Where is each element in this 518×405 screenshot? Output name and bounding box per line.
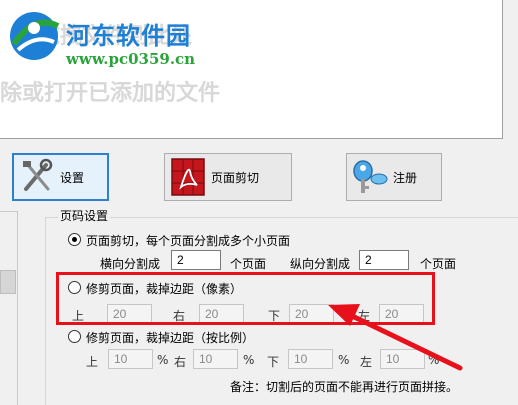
register-button-label: 注册 <box>393 170 418 185</box>
horizontal-split-unit: 个页面 <box>230 257 267 271</box>
trim-ratio-label: 修剪页面，裁掉边距（按比例） <box>86 331 255 345</box>
watermark-url: www.pc0359.cn <box>66 50 196 68</box>
vertical-split-input[interactable]: 2 <box>359 250 409 270</box>
horizontal-split-input[interactable]: 2 <box>171 250 221 270</box>
trim-ratio-bottom-label: 下 <box>267 355 280 369</box>
settings-button-label: 设置 <box>60 170 85 185</box>
page-settings-group-title: 页码设置 <box>58 207 111 224</box>
trim-ratio-right-label: 右 <box>174 355 187 369</box>
trim-ratio-right-input[interactable]: 10 <box>193 349 238 369</box>
file-drop-area[interactable]: 拖拽文件到此处 除或打开已添加的文件 河东软件园 www.pc0359.cn <box>0 0 503 139</box>
register-button[interactable]: 注册 <box>346 153 442 201</box>
vertical-split-label: 纵向分割成 <box>290 257 351 271</box>
watermark-logo-icon <box>10 12 60 60</box>
note-text: 备注：切割后的页面不能再进行页面拼接。 <box>230 380 459 394</box>
left-panel-scroll-handle[interactable] <box>0 270 16 294</box>
vertical-split-unit: 个页面 <box>420 257 457 271</box>
trim-ratio-right-unit: % <box>243 353 255 367</box>
page-crop-button-label: 页面剪切 <box>211 170 260 185</box>
split-pages-label: 页面剪切，每个页面分割成多个小页面 <box>86 234 291 248</box>
settings-button[interactable]: 设置 <box>12 153 109 201</box>
watermark-title: 河东软件园 <box>66 22 191 50</box>
trim-ratio-top-unit: % <box>157 353 169 367</box>
pdf-icon <box>171 158 205 196</box>
key-icon <box>353 160 388 193</box>
annotation-arrow-icon <box>328 304 463 371</box>
split-pages-radio[interactable] <box>68 233 81 246</box>
horizontal-split-label: 横向分割成 <box>100 257 161 271</box>
tools-icon <box>23 158 53 191</box>
trim-ratio-top-input[interactable]: 10 <box>108 349 153 369</box>
trim-ratio-radio[interactable] <box>68 330 81 343</box>
page-crop-button[interactable]: 页面剪切 <box>164 153 292 201</box>
trim-ratio-top-label: 上 <box>86 355 99 369</box>
site-watermark: 河东软件园 www.pc0359.cn <box>4 4 224 72</box>
left-panel-edge <box>0 211 18 405</box>
drop-hint-line2: 除或打开已添加的文件 <box>0 81 221 106</box>
